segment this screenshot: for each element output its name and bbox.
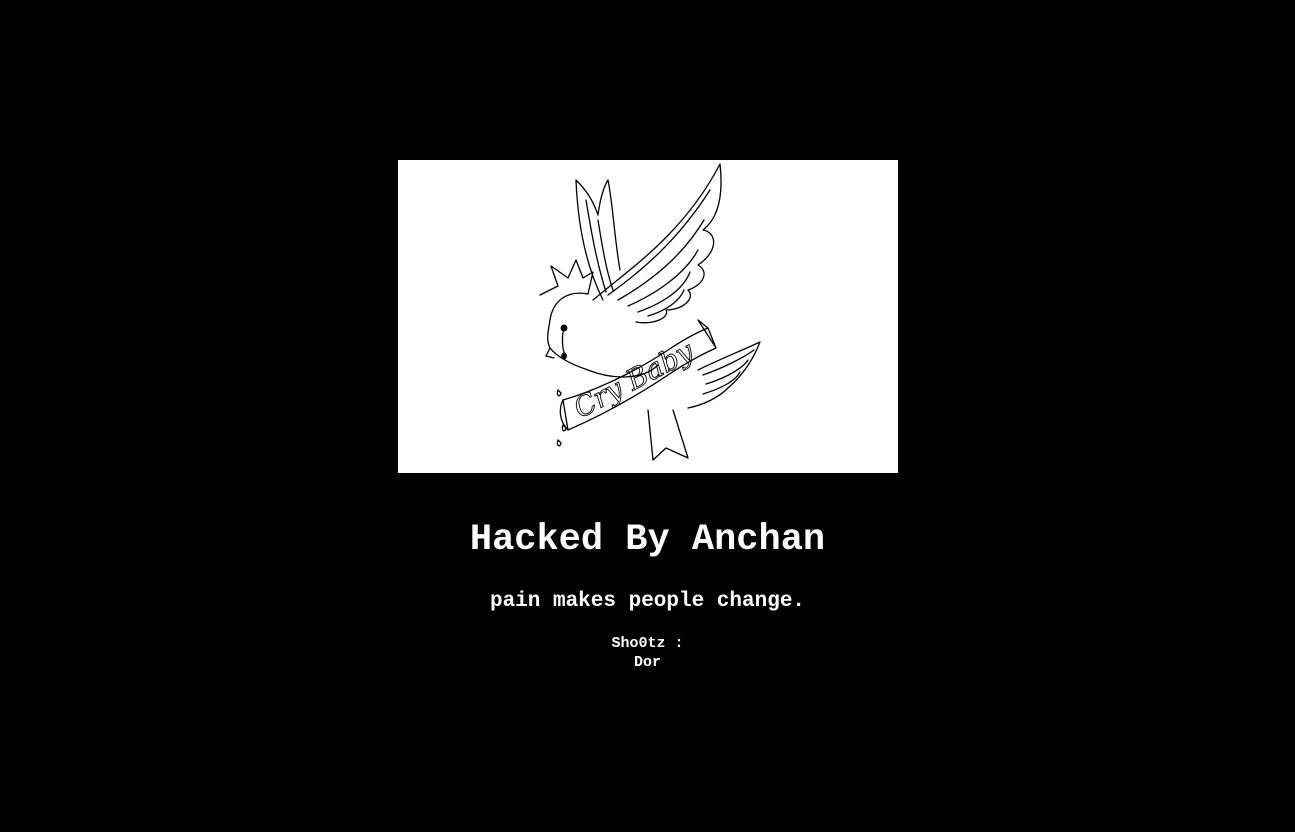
page-title: Hacked By Anchan (469, 519, 826, 561)
shoutz-label: Sho0tz : (611, 635, 684, 652)
bird-illustration-icon: Cry Baby (398, 160, 898, 473)
crybaby-bird-image: Cry Baby (398, 160, 898, 473)
defacement-page: Cry Baby Hacked By Anchan pain makes peo… (0, 0, 1295, 832)
tagline: pain makes people change. (489, 590, 806, 613)
shoutz-names: Dor (633, 654, 661, 671)
